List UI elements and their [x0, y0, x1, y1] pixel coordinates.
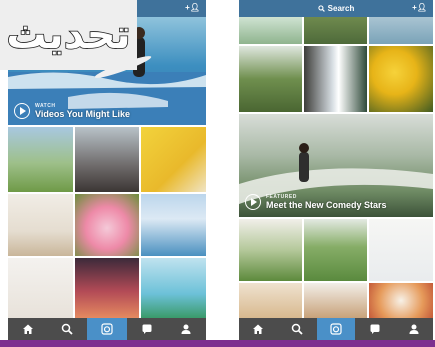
grid-photo-beach[interactable] — [141, 194, 206, 256]
grid-photo-valley[interactable] — [304, 219, 367, 281]
home-icon — [253, 324, 264, 334]
right-phone-screen: Search +👤︎ FEATURED Meet the New Comedy … — [239, 0, 433, 340]
grid-photo-bridge[interactable] — [75, 127, 139, 192]
explore-grid-left — [8, 127, 206, 318]
tab-profile[interactable] — [166, 318, 206, 340]
right-header-bar: Search +👤︎ — [239, 0, 433, 17]
featured-comedy-tile[interactable]: FEATURED Meet the New Comedy Stars — [239, 114, 433, 217]
grid-photo-greenery[interactable] — [239, 17, 302, 44]
grid-photo-yellow[interactable] — [141, 127, 206, 192]
grid-photo-leaves[interactable] — [304, 17, 367, 44]
grid-photo-sky[interactable] — [369, 17, 433, 44]
grid-photo-forest-path[interactable] — [239, 46, 302, 112]
search-icon — [318, 5, 325, 12]
camera-icon — [101, 323, 113, 335]
grid-photo-food[interactable] — [369, 283, 433, 318]
grid-photo-rides[interactable] — [141, 258, 206, 318]
tab-home[interactable] — [8, 318, 48, 340]
bottom-stripe — [0, 340, 435, 347]
tab-search[interactable] — [278, 318, 317, 340]
update-label-overlay: تحديث — [0, 0, 137, 70]
feature-title: Videos You Might Like — [35, 109, 131, 119]
grid-photo-flower[interactable] — [75, 194, 139, 256]
search-icon — [62, 323, 74, 335]
grid-photo-room[interactable] — [8, 194, 73, 256]
tab-activity[interactable] — [355, 318, 394, 340]
search-label: Search — [327, 4, 355, 13]
tab-camera[interactable] — [87, 318, 127, 340]
grid-photo-desk[interactable] — [239, 283, 302, 318]
grid-photo-sunflowers[interactable] — [369, 46, 433, 112]
explore-grid-right-top — [239, 17, 433, 112]
search-bar[interactable]: Search — [318, 4, 355, 13]
grid-photo-shelf[interactable] — [369, 219, 433, 281]
grid-photo-waterfall[interactable] — [304, 46, 367, 112]
feature-caption: WATCH Videos You Might Like — [14, 103, 130, 119]
camera-icon — [330, 323, 342, 335]
feature-kicker: WATCH — [35, 103, 56, 109]
feature-caption: FEATURED Meet the New Comedy Stars — [245, 194, 387, 210]
feature-title: Meet the New Comedy Stars — [266, 200, 387, 210]
home-icon — [22, 324, 33, 334]
profile-icon — [181, 324, 191, 334]
activity-icon — [142, 324, 152, 334]
add-user-icon[interactable]: +👤︎ — [185, 3, 200, 12]
add-user-icon[interactable]: +👤︎ — [412, 3, 427, 12]
tab-profile[interactable] — [394, 318, 433, 340]
play-icon[interactable] — [245, 194, 261, 210]
update-label-text: تحديث — [6, 11, 132, 59]
grid-photo-portrait[interactable] — [8, 258, 73, 318]
grid-photo-park[interactable] — [8, 127, 73, 192]
search-icon — [291, 323, 303, 335]
tab-search[interactable] — [48, 318, 88, 340]
right-tab-bar — [239, 318, 433, 340]
explore-grid-right-bottom — [239, 219, 433, 318]
profile-icon — [409, 324, 419, 334]
tab-home[interactable] — [239, 318, 278, 340]
play-icon[interactable] — [14, 103, 30, 119]
grid-photo-kitchen[interactable] — [304, 283, 367, 318]
grid-photo-concert[interactable] — [75, 258, 139, 318]
left-tab-bar — [8, 318, 206, 340]
activity-icon — [370, 324, 380, 334]
tab-activity[interactable] — [127, 318, 167, 340]
grid-photo-cactus[interactable] — [239, 219, 302, 281]
tab-camera[interactable] — [316, 318, 356, 340]
feature-kicker: FEATURED — [266, 194, 297, 200]
